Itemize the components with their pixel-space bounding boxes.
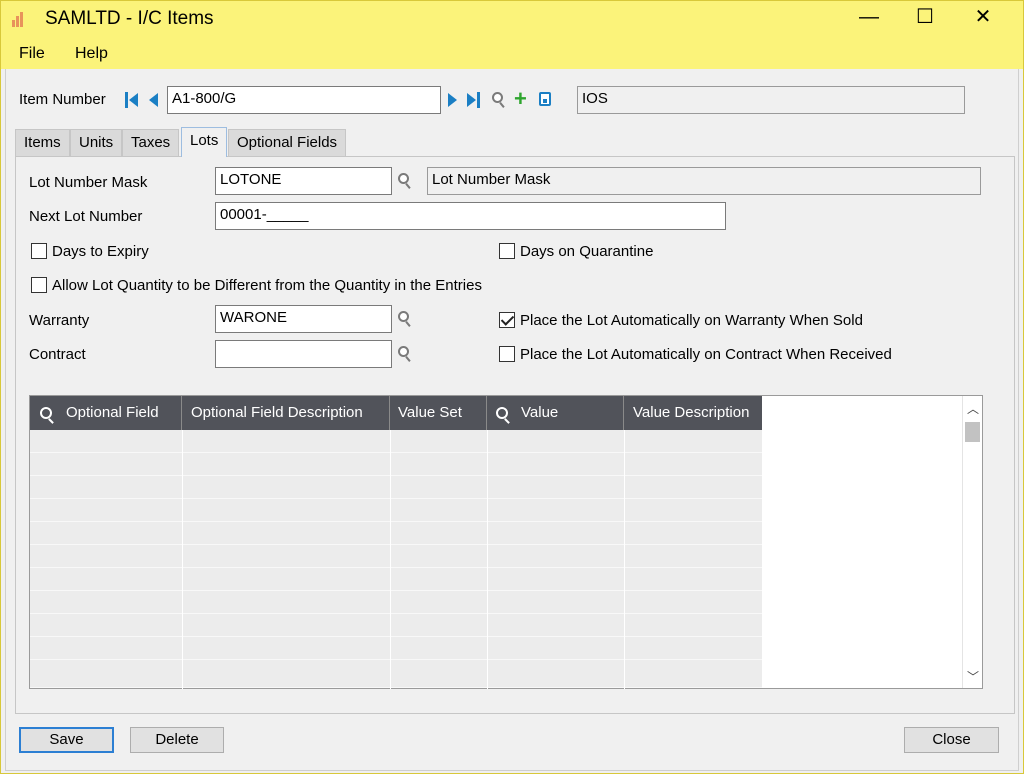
auto-warranty-label: Place the Lot Automatically on Warranty … bbox=[520, 312, 863, 329]
save-button[interactable]: Save bbox=[19, 727, 114, 753]
column-header-value-description[interactable]: Value Description bbox=[624, 396, 762, 430]
grid-row[interactable] bbox=[30, 568, 762, 591]
scroll-down-icon[interactable]: ﹀ bbox=[967, 668, 979, 685]
next-lot-number-label: Next Lot Number bbox=[29, 208, 143, 225]
column-header-label: Value Set bbox=[398, 404, 462, 421]
grid-row[interactable] bbox=[30, 453, 762, 476]
optional-fields-grid[interactable]: Optional Field Optional Field Descriptio… bbox=[29, 395, 983, 689]
column-divider bbox=[182, 430, 183, 689]
contract-input[interactable] bbox=[215, 340, 392, 368]
tab-lots[interactable]: Lots bbox=[181, 127, 228, 157]
grid-header: Optional Field Optional Field Descriptio… bbox=[30, 396, 762, 430]
column-header-value[interactable]: Value bbox=[487, 396, 624, 430]
lot-mask-finder-icon[interactable] bbox=[397, 172, 413, 190]
auto-contract-label: Place the Lot Automatically on Contract … bbox=[520, 346, 892, 363]
grid-row[interactable] bbox=[30, 545, 762, 568]
days-on-quarantine-checkbox[interactable] bbox=[499, 243, 515, 259]
grid-vertical-scrollbar[interactable]: ︿ ﹀ bbox=[962, 396, 982, 688]
grid-row[interactable] bbox=[30, 591, 762, 614]
delete-button[interactable]: Delete bbox=[130, 727, 224, 753]
column-header-label: Value bbox=[521, 404, 559, 421]
grid-row[interactable] bbox=[30, 522, 762, 545]
column-divider bbox=[624, 430, 625, 689]
tab-units[interactable]: Units bbox=[70, 129, 123, 157]
maximize-button[interactable]: ☐ bbox=[899, 1, 951, 35]
add-new-icon[interactable]: + bbox=[514, 88, 527, 110]
allow-lot-quantity-checkbox[interactable] bbox=[31, 277, 47, 293]
column-divider bbox=[487, 430, 488, 689]
column-header-label: Optional Field Description bbox=[191, 404, 363, 421]
column-header-label: Optional Field bbox=[66, 404, 159, 421]
search-icon bbox=[40, 407, 52, 419]
days-on-quarantine-label: Days on Quarantine bbox=[520, 243, 654, 260]
lot-mask-input[interactable]: LOTONE bbox=[215, 167, 392, 195]
title-bar[interactable]: SAMLTD - I/C Items — ☐ ✕ bbox=[1, 1, 1023, 37]
search-icon bbox=[496, 407, 508, 419]
lot-mask-label: Lot Number Mask bbox=[29, 174, 148, 191]
contract-label: Contract bbox=[29, 346, 86, 363]
tab-optional-fields[interactable]: Optional Fields bbox=[228, 129, 347, 157]
grid-row[interactable] bbox=[30, 614, 762, 637]
tab-taxes[interactable]: Taxes bbox=[122, 129, 180, 157]
zoom-icon[interactable] bbox=[539, 92, 551, 106]
menu-bar: File Help bbox=[1, 37, 1023, 69]
grid-row[interactable] bbox=[30, 499, 762, 522]
days-to-expiry-label: Days to Expiry bbox=[52, 243, 149, 260]
close-window-button[interactable]: ✕ bbox=[957, 1, 1009, 35]
grid-row[interactable] bbox=[30, 430, 762, 453]
minimize-button[interactable]: — bbox=[843, 1, 895, 35]
item-finder-icon[interactable] bbox=[491, 91, 507, 109]
allow-lot-quantity-label: Allow Lot Quantity to be Different from … bbox=[52, 277, 482, 294]
column-header-optional-field[interactable]: Optional Field bbox=[30, 396, 182, 430]
days-to-expiry-checkbox[interactable] bbox=[31, 243, 47, 259]
warranty-finder-icon[interactable] bbox=[397, 310, 413, 328]
next-lot-number-input[interactable]: 00001-_____ bbox=[215, 202, 726, 230]
column-header-value-set[interactable]: Value Set bbox=[390, 396, 487, 430]
window-title: SAMLTD - I/C Items bbox=[45, 8, 214, 29]
grid-row[interactable] bbox=[30, 660, 762, 688]
warranty-label: Warranty bbox=[29, 312, 90, 329]
item-number-label: Item Number bbox=[19, 91, 106, 108]
menu-file[interactable]: File bbox=[19, 45, 45, 63]
item-description-field: IOS bbox=[577, 86, 965, 114]
warranty-input[interactable]: WARONE bbox=[215, 305, 392, 333]
auto-warranty-checkbox[interactable] bbox=[499, 312, 515, 328]
scroll-up-icon[interactable]: ︿ bbox=[967, 400, 979, 417]
item-number-input[interactable]: A1-800/G bbox=[167, 86, 441, 114]
close-button[interactable]: Close bbox=[904, 727, 999, 753]
contract-finder-icon[interactable] bbox=[397, 345, 413, 363]
grid-row[interactable] bbox=[30, 637, 762, 660]
app-icon bbox=[12, 12, 27, 27]
tab-items[interactable]: Items bbox=[15, 129, 70, 157]
scrollbar-thumb[interactable] bbox=[965, 422, 980, 442]
grid-row[interactable] bbox=[30, 476, 762, 499]
column-divider bbox=[390, 430, 391, 689]
menu-help[interactable]: Help bbox=[75, 45, 108, 63]
column-header-optional-field-description[interactable]: Optional Field Description bbox=[182, 396, 390, 430]
auto-contract-checkbox[interactable] bbox=[499, 346, 515, 362]
app-window: SAMLTD - I/C Items — ☐ ✕ File Help Item … bbox=[0, 0, 1024, 774]
lot-mask-description-field: Lot Number Mask bbox=[427, 167, 981, 195]
column-header-label: Value Description bbox=[633, 404, 750, 421]
